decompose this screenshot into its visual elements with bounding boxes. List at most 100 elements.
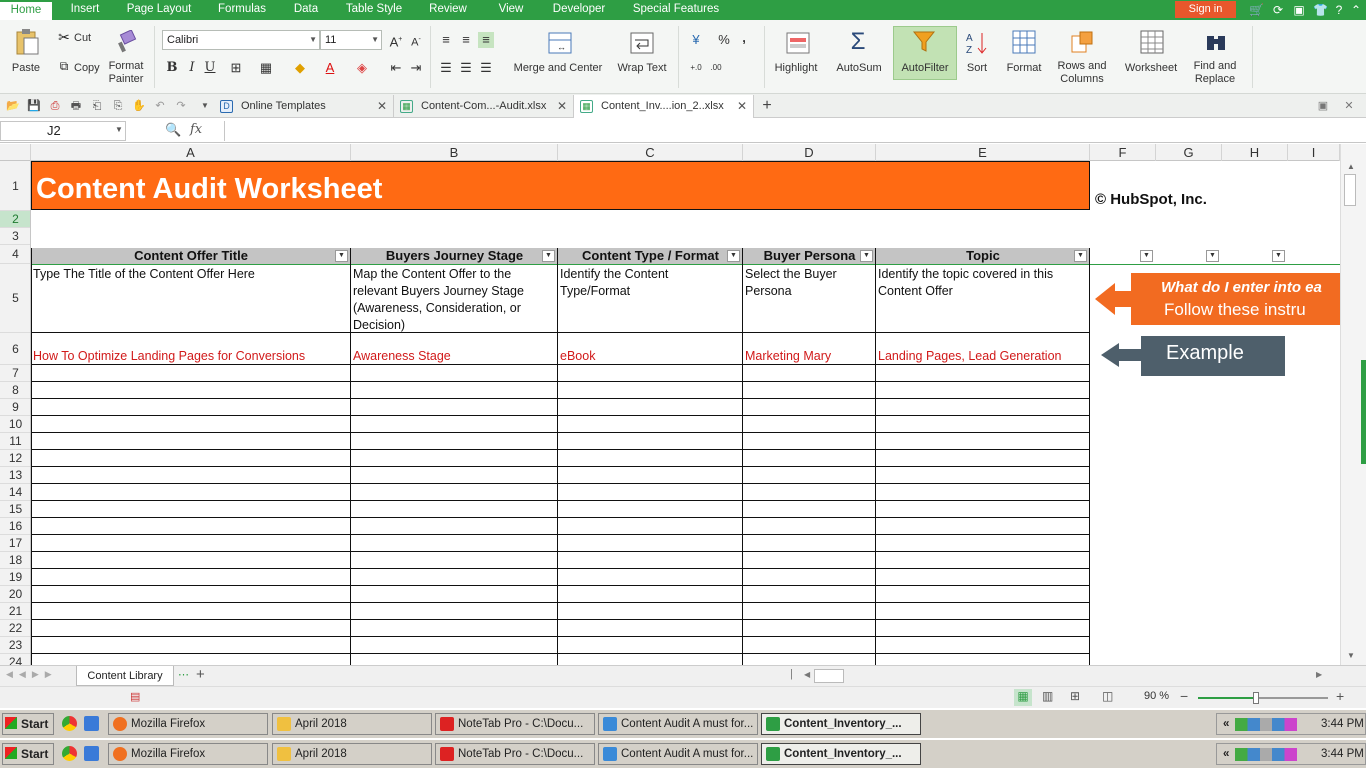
cell-style-icon[interactable]: ▦ bbox=[258, 60, 274, 76]
print-icon[interactable]: 🖶 bbox=[69, 99, 83, 113]
menu-formulas[interactable]: Formulas bbox=[210, 0, 274, 20]
merge-center-button[interactable]: Merge and Center bbox=[508, 62, 608, 75]
underline-icon[interactable]: U bbox=[202, 60, 218, 76]
page-break-view-icon[interactable]: ▥ bbox=[1042, 689, 1053, 703]
cut-button[interactable]: Cut bbox=[74, 32, 96, 45]
menu-insert[interactable]: Insert bbox=[60, 0, 110, 20]
close-icon[interactable]: ✕ bbox=[377, 95, 387, 117]
add-sheet-icon[interactable]: + bbox=[196, 666, 205, 683]
row-header[interactable]: 13 bbox=[0, 467, 30, 484]
instruction-cell[interactable]: Identify the topic covered in this Conte… bbox=[878, 266, 1084, 300]
zoom-out-icon[interactable]: − bbox=[1180, 688, 1188, 704]
menu-data[interactable]: Data bbox=[285, 0, 327, 20]
more-sheets-icon[interactable]: ⋯ bbox=[178, 668, 189, 681]
menu-table-style[interactable]: Table Style bbox=[338, 0, 410, 20]
name-box-dropdown-icon[interactable]: ▼ bbox=[115, 125, 123, 134]
font-color-icon[interactable]: A bbox=[322, 60, 338, 76]
align-middle-icon[interactable]: ≡ bbox=[458, 32, 474, 48]
sign-in-button[interactable]: Sign in bbox=[1175, 1, 1236, 18]
shirt-icon[interactable]: 👕 bbox=[1313, 3, 1328, 17]
hand-icon[interactable]: ✋ bbox=[132, 99, 146, 113]
row-header[interactable]: 17 bbox=[0, 535, 30, 552]
taskbar-april-2018[interactable]: April 2018 bbox=[272, 713, 432, 735]
row-header[interactable]: 14 bbox=[0, 484, 30, 501]
italic-icon[interactable]: I bbox=[184, 60, 200, 76]
taskbar-content-audit[interactable]: Content Audit A must for... bbox=[598, 713, 758, 735]
sync-icon[interactable]: ⟳ bbox=[1271, 3, 1285, 17]
undo-icon[interactable]: ↶ bbox=[153, 99, 167, 113]
instruction-cell[interactable]: Map the Content Offer to the relevant Bu… bbox=[353, 266, 555, 334]
scroll-up-icon[interactable]: ▲ bbox=[1347, 162, 1355, 171]
format-icon[interactable] bbox=[1012, 30, 1036, 54]
ie-icon[interactable] bbox=[84, 716, 99, 731]
tray-expand-icon[interactable]: « bbox=[1223, 744, 1229, 764]
filter-dropdown-icon[interactable]: ▼ bbox=[1272, 250, 1285, 262]
taskbar-content-inventory[interactable]: Content_Inventory_... bbox=[761, 743, 921, 765]
taskbar-content-inventory[interactable]: Content_Inventory_... bbox=[761, 713, 921, 735]
row-header[interactable]: 23 bbox=[0, 637, 30, 654]
tab-online-templates[interactable]: D Online Templates ✕ bbox=[214, 95, 394, 118]
menu-view[interactable]: View bbox=[488, 0, 534, 20]
sheet-nav-icons[interactable]: ◀◀▶▶ bbox=[6, 669, 58, 680]
skin-icon[interactable]: ▣ bbox=[1292, 3, 1306, 17]
column-header-h[interactable]: H bbox=[1222, 144, 1288, 161]
format-painter-icon[interactable] bbox=[116, 29, 138, 54]
help-icon[interactable]: ? bbox=[1332, 3, 1346, 17]
scroll-right-icon[interactable]: ▶ bbox=[1316, 670, 1322, 679]
chrome-icon[interactable] bbox=[62, 716, 77, 731]
sort-button[interactable]: Sort bbox=[960, 62, 994, 75]
example-cell[interactable]: Marketing Mary bbox=[745, 348, 873, 365]
row-header[interactable]: 9 bbox=[0, 399, 30, 416]
worksheet-icon[interactable] bbox=[1140, 30, 1164, 54]
filter-dropdown-icon[interactable]: ▼ bbox=[542, 250, 555, 262]
row-header[interactable]: 22 bbox=[0, 620, 30, 637]
borders-icon[interactable]: ⊞ bbox=[228, 60, 244, 76]
tray-icons[interactable] bbox=[1235, 718, 1297, 731]
increase-font-icon[interactable]: A+ bbox=[388, 32, 404, 49]
taskbar-notetab[interactable]: NoteTab Pro - C:\Docu... bbox=[435, 743, 595, 765]
instruction-cell[interactable]: Type The Title of the Content Offer Here bbox=[33, 266, 347, 283]
header-content-offer-title[interactable]: Content Offer Title bbox=[31, 248, 351, 264]
save-icon[interactable]: 💾 bbox=[27, 99, 41, 113]
header-content-type[interactable]: Content Type / Format bbox=[558, 248, 743, 264]
header-buyer-persona[interactable]: Buyer Persona bbox=[743, 248, 876, 264]
cell-grid[interactable]: Content Audit Worksheet © HubSpot, Inc. … bbox=[31, 161, 1340, 665]
indent-increase-icon[interactable]: ⇥ bbox=[408, 60, 424, 76]
open-folder-icon[interactable]: 📂 bbox=[6, 99, 20, 113]
menu-page-layout[interactable]: Page Layout bbox=[120, 0, 198, 20]
menu-special-features[interactable]: Special Features bbox=[626, 0, 726, 20]
menu-home[interactable]: Home bbox=[0, 0, 52, 20]
customize-dropdown-icon[interactable]: ▼ bbox=[198, 99, 212, 113]
indent-decrease-icon[interactable]: ⇤ bbox=[388, 60, 404, 76]
clear-format-icon[interactable]: ◈ bbox=[354, 60, 370, 76]
paste-icon[interactable] bbox=[14, 28, 40, 56]
row-header[interactable]: 1 bbox=[0, 161, 30, 211]
tab-content-audit[interactable]: ▦ Content-Com...-Audit.xlsx ✕ bbox=[394, 95, 574, 118]
row-header[interactable]: 5 bbox=[0, 264, 30, 333]
taskbar-firefox[interactable]: Mozilla Firefox bbox=[108, 713, 268, 735]
align-left-icon[interactable]: ☰ bbox=[438, 60, 454, 76]
taskbar-notetab[interactable]: NoteTab Pro - C:\Docu... bbox=[435, 713, 595, 735]
wrap-text-icon[interactable] bbox=[630, 32, 654, 54]
zoom-icon[interactable]: 🔍 bbox=[165, 122, 181, 138]
taskbar-content-audit[interactable]: Content Audit A must for... bbox=[598, 743, 758, 765]
instruction-cell[interactable]: Select the Buyer Persona bbox=[745, 266, 871, 300]
zoom-level[interactable]: 90 % bbox=[1144, 690, 1169, 702]
row-header[interactable]: 16 bbox=[0, 518, 30, 535]
column-header-g[interactable]: G bbox=[1156, 144, 1222, 161]
hscroll-separator[interactable]: | bbox=[790, 668, 793, 680]
bold-icon[interactable]: B bbox=[164, 60, 180, 76]
percent-button[interactable]: % bbox=[716, 32, 732, 48]
row-header[interactable]: 24 bbox=[0, 654, 30, 665]
zoom-slider-thumb[interactable] bbox=[1253, 692, 1259, 704]
restore-tab-icon[interactable]: ▣ bbox=[1316, 99, 1330, 113]
sheet-tab-content-library[interactable]: Content Library bbox=[76, 666, 174, 686]
close-icon[interactable]: ✕ bbox=[557, 95, 567, 117]
reading-mode-icon[interactable]: ◫ bbox=[1102, 689, 1113, 703]
row-header[interactable]: 12 bbox=[0, 450, 30, 467]
filter-dropdown-icon[interactable]: ▼ bbox=[1140, 250, 1153, 262]
find-replace-button[interactable]: Find and Replace bbox=[1188, 60, 1242, 86]
column-header-d[interactable]: D bbox=[743, 144, 876, 161]
taskbar-april-2018[interactable]: April 2018 bbox=[272, 743, 432, 765]
tray-icons[interactable] bbox=[1235, 748, 1297, 761]
